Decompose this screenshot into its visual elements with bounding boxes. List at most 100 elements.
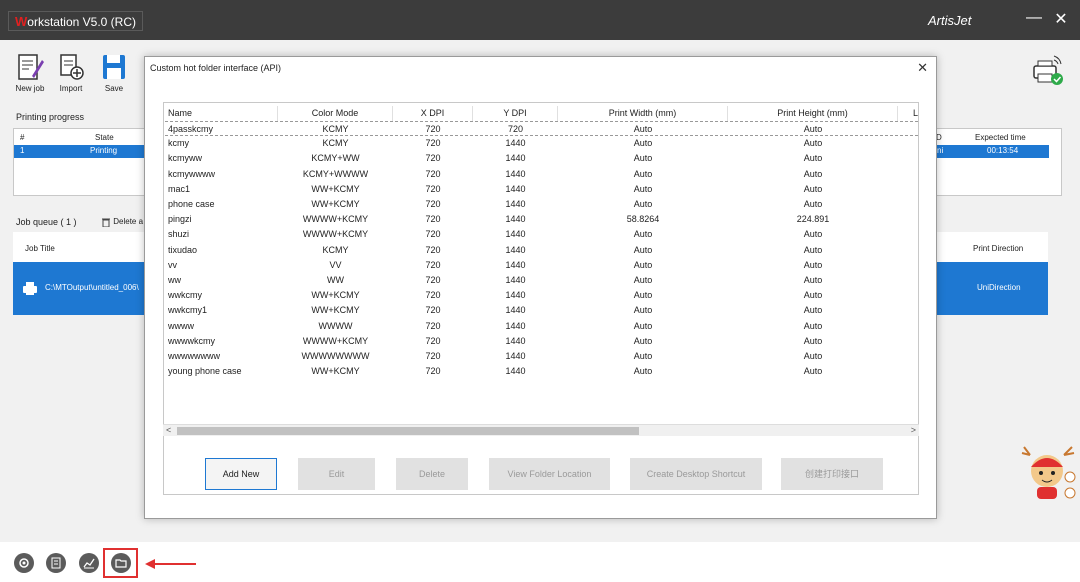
cell-color-mode: KCMY+WW xyxy=(311,153,360,164)
table-row[interactable]: wwwwwwww WWWWWWWW 720 1440 Auto Auto xyxy=(165,349,918,364)
job-row-right[interactable]: UniDirection xyxy=(937,262,1048,315)
cell-x-dpi: 720 xyxy=(425,275,441,285)
title-bar: Workstation V5.0 (RC) ArtisJet — ✕ xyxy=(0,0,1080,40)
table-row[interactable]: 4passkcmy KCMY 720 720 Auto Auto xyxy=(165,121,918,136)
cell-print-width: Auto xyxy=(633,275,653,285)
job-row[interactable]: C:\MTOutput\untitled_006\ xyxy=(13,262,148,315)
scroll-right-icon[interactable]: > xyxy=(911,425,916,435)
delete-button[interactable]: Delete xyxy=(396,458,468,490)
create-desktop-shortcut-button[interactable]: Create Desktop Shortcut xyxy=(630,458,762,490)
cell-print-height: Auto xyxy=(803,244,823,255)
table-row[interactable]: tixudao KCMY 720 1440 Auto Auto xyxy=(165,243,918,258)
table-row[interactable]: shuzi WWWW+KCMY 720 1440 Auto Auto xyxy=(165,227,918,242)
table-row[interactable]: wwkcmy WW+KCMY 720 1440 Auto Auto xyxy=(165,288,918,303)
cell-y-dpi: 1440 xyxy=(505,335,526,346)
cell-print-height: Auto xyxy=(803,290,823,301)
col-color-mode[interactable]: Color Mode xyxy=(278,106,393,121)
delete-job-button[interactable]: Delete a xyxy=(101,217,143,228)
app-title-text: orkstation V5.0 (RC) xyxy=(27,15,136,29)
cell-color-mode: WW+KCMY xyxy=(311,305,360,316)
table-row[interactable]: pingzi WWWW+KCMY 720 1440 58.8264 224.891 xyxy=(165,212,918,227)
scroll-left-icon[interactable]: < xyxy=(166,425,171,435)
cell-name: ww xyxy=(168,275,181,285)
statistics-button[interactable] xyxy=(79,553,99,573)
cell-x-dpi: 720 xyxy=(425,199,441,209)
cell-print-width: Auto xyxy=(633,335,653,346)
cell-color-mode: WW+KCMY xyxy=(311,366,360,377)
cell-print-height: Auto xyxy=(803,275,823,285)
progress-row-expected-time: 00:13:54 xyxy=(987,146,1019,155)
log-button[interactable] xyxy=(46,553,66,573)
cell-x-dpi: 720 xyxy=(425,124,441,134)
save-button[interactable]: Save xyxy=(94,52,134,93)
cell-y-dpi: 1440 xyxy=(505,214,526,225)
table-row[interactable]: vv VV 720 1440 Auto Auto xyxy=(165,258,918,273)
cell-print-height: Auto xyxy=(803,320,823,331)
col-print-height[interactable]: Print Height (mm) xyxy=(728,106,898,121)
job-row-title: C:\MTOutput\untitled_006\ xyxy=(45,283,139,292)
settings-button[interactable] xyxy=(14,553,34,573)
edit-button[interactable]: Edit xyxy=(298,458,375,490)
view-folder-location-button[interactable]: View Folder Location xyxy=(489,458,610,490)
cell-color-mode: VV xyxy=(329,259,342,270)
col-l[interactable]: L xyxy=(913,106,918,121)
minimize-button[interactable]: — xyxy=(1023,9,1045,27)
cell-print-width: Auto xyxy=(633,305,653,316)
create-print-interface-button[interactable]: 创建打印接口 xyxy=(781,458,883,490)
cell-print-width: Auto xyxy=(633,320,653,331)
dialog-close-button[interactable]: ✕ xyxy=(917,60,928,76)
cell-name: pingzi xyxy=(168,214,192,225)
table-row[interactable]: wwkcmy1 WW+KCMY 720 1440 Auto Auto xyxy=(165,303,918,318)
cell-print-height: Auto xyxy=(803,138,823,149)
cell-x-dpi: 720 xyxy=(425,305,441,316)
import-icon xyxy=(60,54,84,80)
cell-print-width: Auto xyxy=(633,168,653,179)
table-row[interactable]: ww WW 720 1440 Auto Auto xyxy=(165,273,918,288)
progress-col-expected-time: Expected time xyxy=(975,133,1026,142)
table-row[interactable]: mac1 WW+KCMY 720 1440 Auto Auto xyxy=(165,182,918,197)
progress-row[interactable]: 1 Printing xyxy=(14,145,144,158)
close-window-button[interactable]: ✕ xyxy=(1050,9,1072,29)
table-row[interactable]: wwwwkcmy WWWW+KCMY 720 1440 Auto Auto xyxy=(165,334,918,349)
col-x-dpi[interactable]: X DPI xyxy=(393,106,473,121)
table-row[interactable]: kcmy KCMY 720 1440 Auto Auto xyxy=(165,136,918,151)
col-print-width[interactable]: Print Width (mm) xyxy=(558,106,728,121)
cell-color-mode: WW+KCMY xyxy=(311,183,360,194)
cell-color-mode: WWWW+KCMY xyxy=(302,229,369,240)
new-job-button[interactable]: New job xyxy=(10,52,50,93)
save-label: Save xyxy=(104,84,124,93)
dialog-title: Custom hot folder interface (API) xyxy=(150,63,282,73)
cell-y-dpi: 720 xyxy=(507,124,524,134)
network-printer-icon[interactable] xyxy=(1030,52,1066,90)
cell-y-dpi: 1440 xyxy=(505,259,526,270)
import-button[interactable]: Import xyxy=(51,52,91,93)
cell-x-dpi: 720 xyxy=(425,366,441,377)
cell-print-width: Auto xyxy=(633,199,653,209)
table-row[interactable]: wwww WWWW 720 1440 Auto Auto xyxy=(165,319,918,334)
cell-color-mode: WW xyxy=(327,275,344,285)
table-row[interactable]: young phone case WW+KCMY 720 1440 Auto Auto xyxy=(165,364,918,379)
cell-color-mode: KCMY xyxy=(322,138,349,149)
table-row[interactable]: phone case WW+KCMY 720 1440 Auto Auto xyxy=(165,197,918,212)
cell-color-mode: KCMY+WWWW xyxy=(302,168,369,179)
printer-icon xyxy=(23,282,37,295)
horizontal-scrollbar[interactable]: < > xyxy=(163,424,919,436)
cell-name: wwkcmy xyxy=(168,290,202,301)
progress-row-right[interactable]: ni 00:13:54 xyxy=(937,145,1049,158)
scroll-thumb[interactable] xyxy=(177,427,639,435)
table-row[interactable]: kcmyww KCMY+WW 720 1440 Auto Auto xyxy=(165,151,918,166)
cell-name: 4passkcmy xyxy=(168,124,214,134)
cell-print-height: Auto xyxy=(803,199,823,209)
new-job-icon xyxy=(18,54,44,80)
col-y-dpi[interactable]: Y DPI xyxy=(473,106,558,121)
table-row[interactable]: kcmywwww KCMY+WWWW 720 1440 Auto Auto xyxy=(165,167,918,182)
col-name[interactable]: Name xyxy=(168,106,278,121)
cell-print-height: Auto xyxy=(803,335,823,346)
progress-row-d: ni xyxy=(937,146,944,155)
settings-icon xyxy=(19,558,29,568)
cell-y-dpi: 1440 xyxy=(505,138,526,149)
brand-logo: ArtisJet xyxy=(928,13,972,28)
add-new-button[interactable]: Add New xyxy=(205,458,277,490)
mascot-icon[interactable] xyxy=(1020,445,1076,507)
cell-x-dpi: 720 xyxy=(425,214,441,225)
